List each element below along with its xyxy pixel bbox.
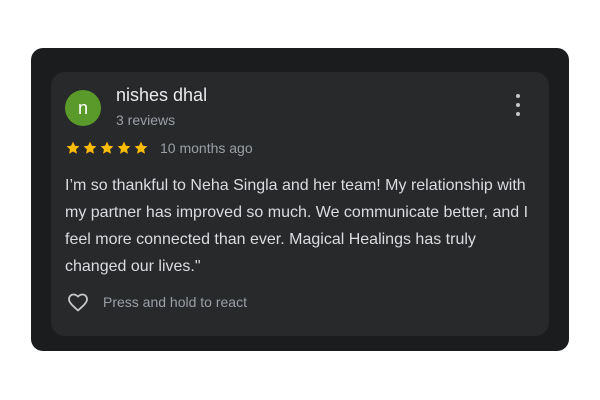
react-label: Press and hold to react <box>103 294 247 310</box>
more-vert-icon-dot <box>516 112 520 116</box>
more-vert-icon-dot <box>516 103 520 107</box>
author-review-count: 3 reviews <box>116 112 176 128</box>
star-icon <box>100 141 114 154</box>
star-icon <box>66 141 80 154</box>
review-text: I’m so thankful to Neha Singla and her t… <box>65 177 529 275</box>
avatar[interactable]: n <box>65 90 101 126</box>
review-frame: n nishes dhal 3 reviews 10 months ago I’… <box>31 48 569 351</box>
star-icon <box>117 141 131 154</box>
more-vert-icon <box>516 94 520 98</box>
star-rating <box>65 140 149 156</box>
author-name[interactable]: nishes dhal <box>116 85 207 106</box>
heart-outline-icon[interactable] <box>65 290 91 314</box>
star-icon <box>134 141 148 154</box>
star-icon <box>83 141 97 154</box>
review-time: 10 months ago <box>160 140 253 156</box>
review-card: n nishes dhal 3 reviews 10 months ago I’… <box>51 72 549 336</box>
react-row[interactable]: Press and hold to react <box>65 288 247 316</box>
more-options-button[interactable] <box>507 92 529 118</box>
rating-row: 10 months ago <box>65 138 253 158</box>
